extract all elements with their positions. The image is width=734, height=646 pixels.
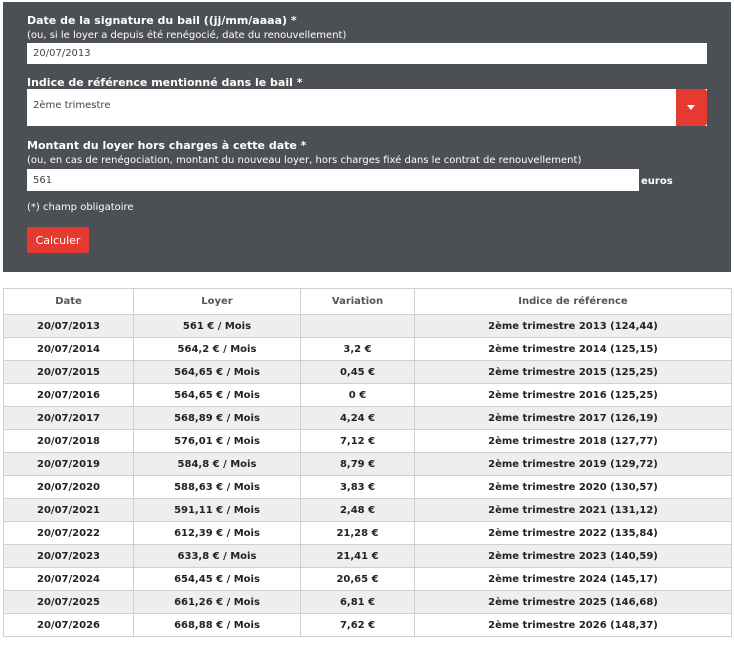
cell-rent: 661,26 € / Mois [133,590,301,614]
cell-reference-index: 2ème trimestre 2024 (145,17) [414,567,732,591]
cell-rent: 654,45 € / Mois [133,567,301,591]
cell-date: 20/07/2019 [3,452,134,476]
cell-variation: 21,28 € [300,521,415,545]
cell-reference-index: 2ème trimestre 2021 (131,12) [414,498,732,522]
column-header-rent: Loyer [133,288,301,315]
cell-rent: 564,2 € / Mois [133,337,301,361]
cell-variation: 4,24 € [300,406,415,430]
cell-variation: 3,2 € [300,337,415,361]
required-field-note: (*) champ obligatoire [27,202,134,213]
rent-revision-form: Date de la signature du bail ((jj/mm/aaa… [3,2,731,272]
table-row: 20/07/2025 661,26 € / Mois 6,81 €2ème trim… [3,590,732,614]
cell-reference-index: 2ème trimestre 2018 (127,77) [414,429,732,453]
cell-date: 20/07/2015 [3,360,134,384]
cell-reference-index: 2ème trimestre 2017 (126,19) [414,406,732,430]
cell-variation: 3,83 € [300,475,415,499]
table-row: 20/07/2023 633,8 € / Mois 21,41 €2ème trim… [3,544,732,568]
table-row: 20/07/2015 564,65 € / Mois 0,45 €2ème trim… [3,360,732,384]
cell-date: 20/07/2026 [3,613,134,637]
rent-history-table: Date Loyer Variation Indice de référence… [3,288,732,637]
cell-variation [300,314,415,338]
cell-date: 20/07/2014 [3,337,134,361]
calculate-button[interactable]: Calculer [27,227,89,253]
table-row: 20/07/2018 576,01 € / Mois 7,12 €2ème trim… [3,429,732,453]
signature-date-input[interactable] [27,43,707,64]
cell-date: 20/07/2022 [3,521,134,545]
cell-rent: 612,39 € / Mois [133,521,301,545]
cell-date: 20/07/2020 [3,475,134,499]
cell-variation: 0 € [300,383,415,407]
cell-date: 20/07/2023 [3,544,134,568]
reference-index-label: Indice de référence mentionné dans le ba… [27,76,303,89]
table-row: 20/07/2016 564,65 € / Mois 0 €2ème trimest… [3,383,732,407]
cell-date: 20/07/2016 [3,383,134,407]
cell-reference-index: 2ème trimestre 2020 (130,57) [414,475,732,499]
table-header-row: Date Loyer Variation Indice de référence [3,288,732,315]
cell-rent: 591,11 € / Mois [133,498,301,522]
cell-reference-index: 2ème trimestre 2014 (125,15) [414,337,732,361]
cell-reference-index: 2ème trimestre 2015 (125,25) [414,360,732,384]
rent-amount-hint: (ou, en cas de renégociation, montant du… [27,155,582,166]
table-row: 20/07/2022 612,39 € / Mois 21,28 €2ème tri… [3,521,732,545]
signature-date-hint: (ou, si le loyer a depuis été renégocié,… [27,30,347,41]
cell-date: 20/07/2021 [3,498,134,522]
cell-reference-index: 2ème trimestre 2022 (135,84) [414,521,732,545]
column-header-variation: Variation [300,288,415,315]
table-row: 20/07/2026 668,88 € / Mois 7,62 €2ème trim… [3,613,732,637]
reference-index-select[interactable]: 2ème trimestre [27,89,707,126]
cell-variation: 20,65 € [300,567,415,591]
table-body: 20/07/2013 561 € / Mois 2ème trimestre 201… [3,314,732,637]
table-row: 20/07/2021 591,11 € / Mois 2,48 €2ème trim… [3,498,732,522]
cell-rent: 588,63 € / Mois [133,475,301,499]
cell-date: 20/07/2018 [3,429,134,453]
cell-date: 20/07/2025 [3,590,134,614]
cell-date: 20/07/2024 [3,567,134,591]
cell-reference-index: 2ème trimestre 2013 (124,44) [414,314,732,338]
cell-rent: 564,65 € / Mois [133,383,301,407]
cell-rent: 564,65 € / Mois [133,360,301,384]
column-header-reference-index: Indice de référence [414,288,732,315]
cell-reference-index: 2ème trimestre 2016 (125,25) [414,383,732,407]
signature-date-label: Date de la signature du bail ((jj/mm/aaa… [27,14,297,27]
cell-rent: 576,01 € / Mois [133,429,301,453]
table-row: 20/07/2014 564,2 € / Mois 3,2 €2ème trimes… [3,337,732,361]
cell-date: 20/07/2013 [3,314,134,338]
cell-rent: 668,88 € / Mois [133,613,301,637]
cell-reference-index: 2ème trimestre 2025 (146,68) [414,590,732,614]
cell-rent: 568,89 € / Mois [133,406,301,430]
cell-reference-index: 2ème trimestre 2019 (129,72) [414,452,732,476]
reference-index-value: 2ème trimestre [33,100,111,111]
cell-rent: 584,8 € / Mois [133,452,301,476]
table-row: 20/07/2024 654,45 € / Mois 20,65 €2ème tri… [3,567,732,591]
cell-variation: 6,81 € [300,590,415,614]
cell-variation: 8,79 € [300,452,415,476]
rent-amount-input[interactable] [27,169,639,191]
cell-variation: 21,41 € [300,544,415,568]
column-header-date: Date [3,288,134,315]
table-row: 20/07/2020 588,63 € / Mois 3,83 €2ème trim… [3,475,732,499]
cell-variation: 0,45 € [300,360,415,384]
cell-variation: 7,12 € [300,429,415,453]
rent-amount-label: Montant du loyer hors charges à cette da… [27,139,307,152]
cell-reference-index: 2ème trimestre 2023 (140,59) [414,544,732,568]
table-row: 20/07/2017 568,89 € / Mois 4,24 €2ème trim… [3,406,732,430]
cell-variation: 7,62 € [300,613,415,637]
table-row: 20/07/2013 561 € / Mois 2ème trimestre 201… [3,314,732,338]
rent-unit-label: euros [641,176,673,187]
cell-reference-index: 2ème trimestre 2026 (148,37) [414,613,732,637]
caret-down-icon[interactable] [676,89,707,126]
table-row: 20/07/2019 584,8 € / Mois 8,79 €2ème trime… [3,452,732,476]
cell-rent: 561 € / Mois [133,314,301,338]
cell-variation: 2,48 € [300,498,415,522]
cell-rent: 633,8 € / Mois [133,544,301,568]
cell-date: 20/07/2017 [3,406,134,430]
